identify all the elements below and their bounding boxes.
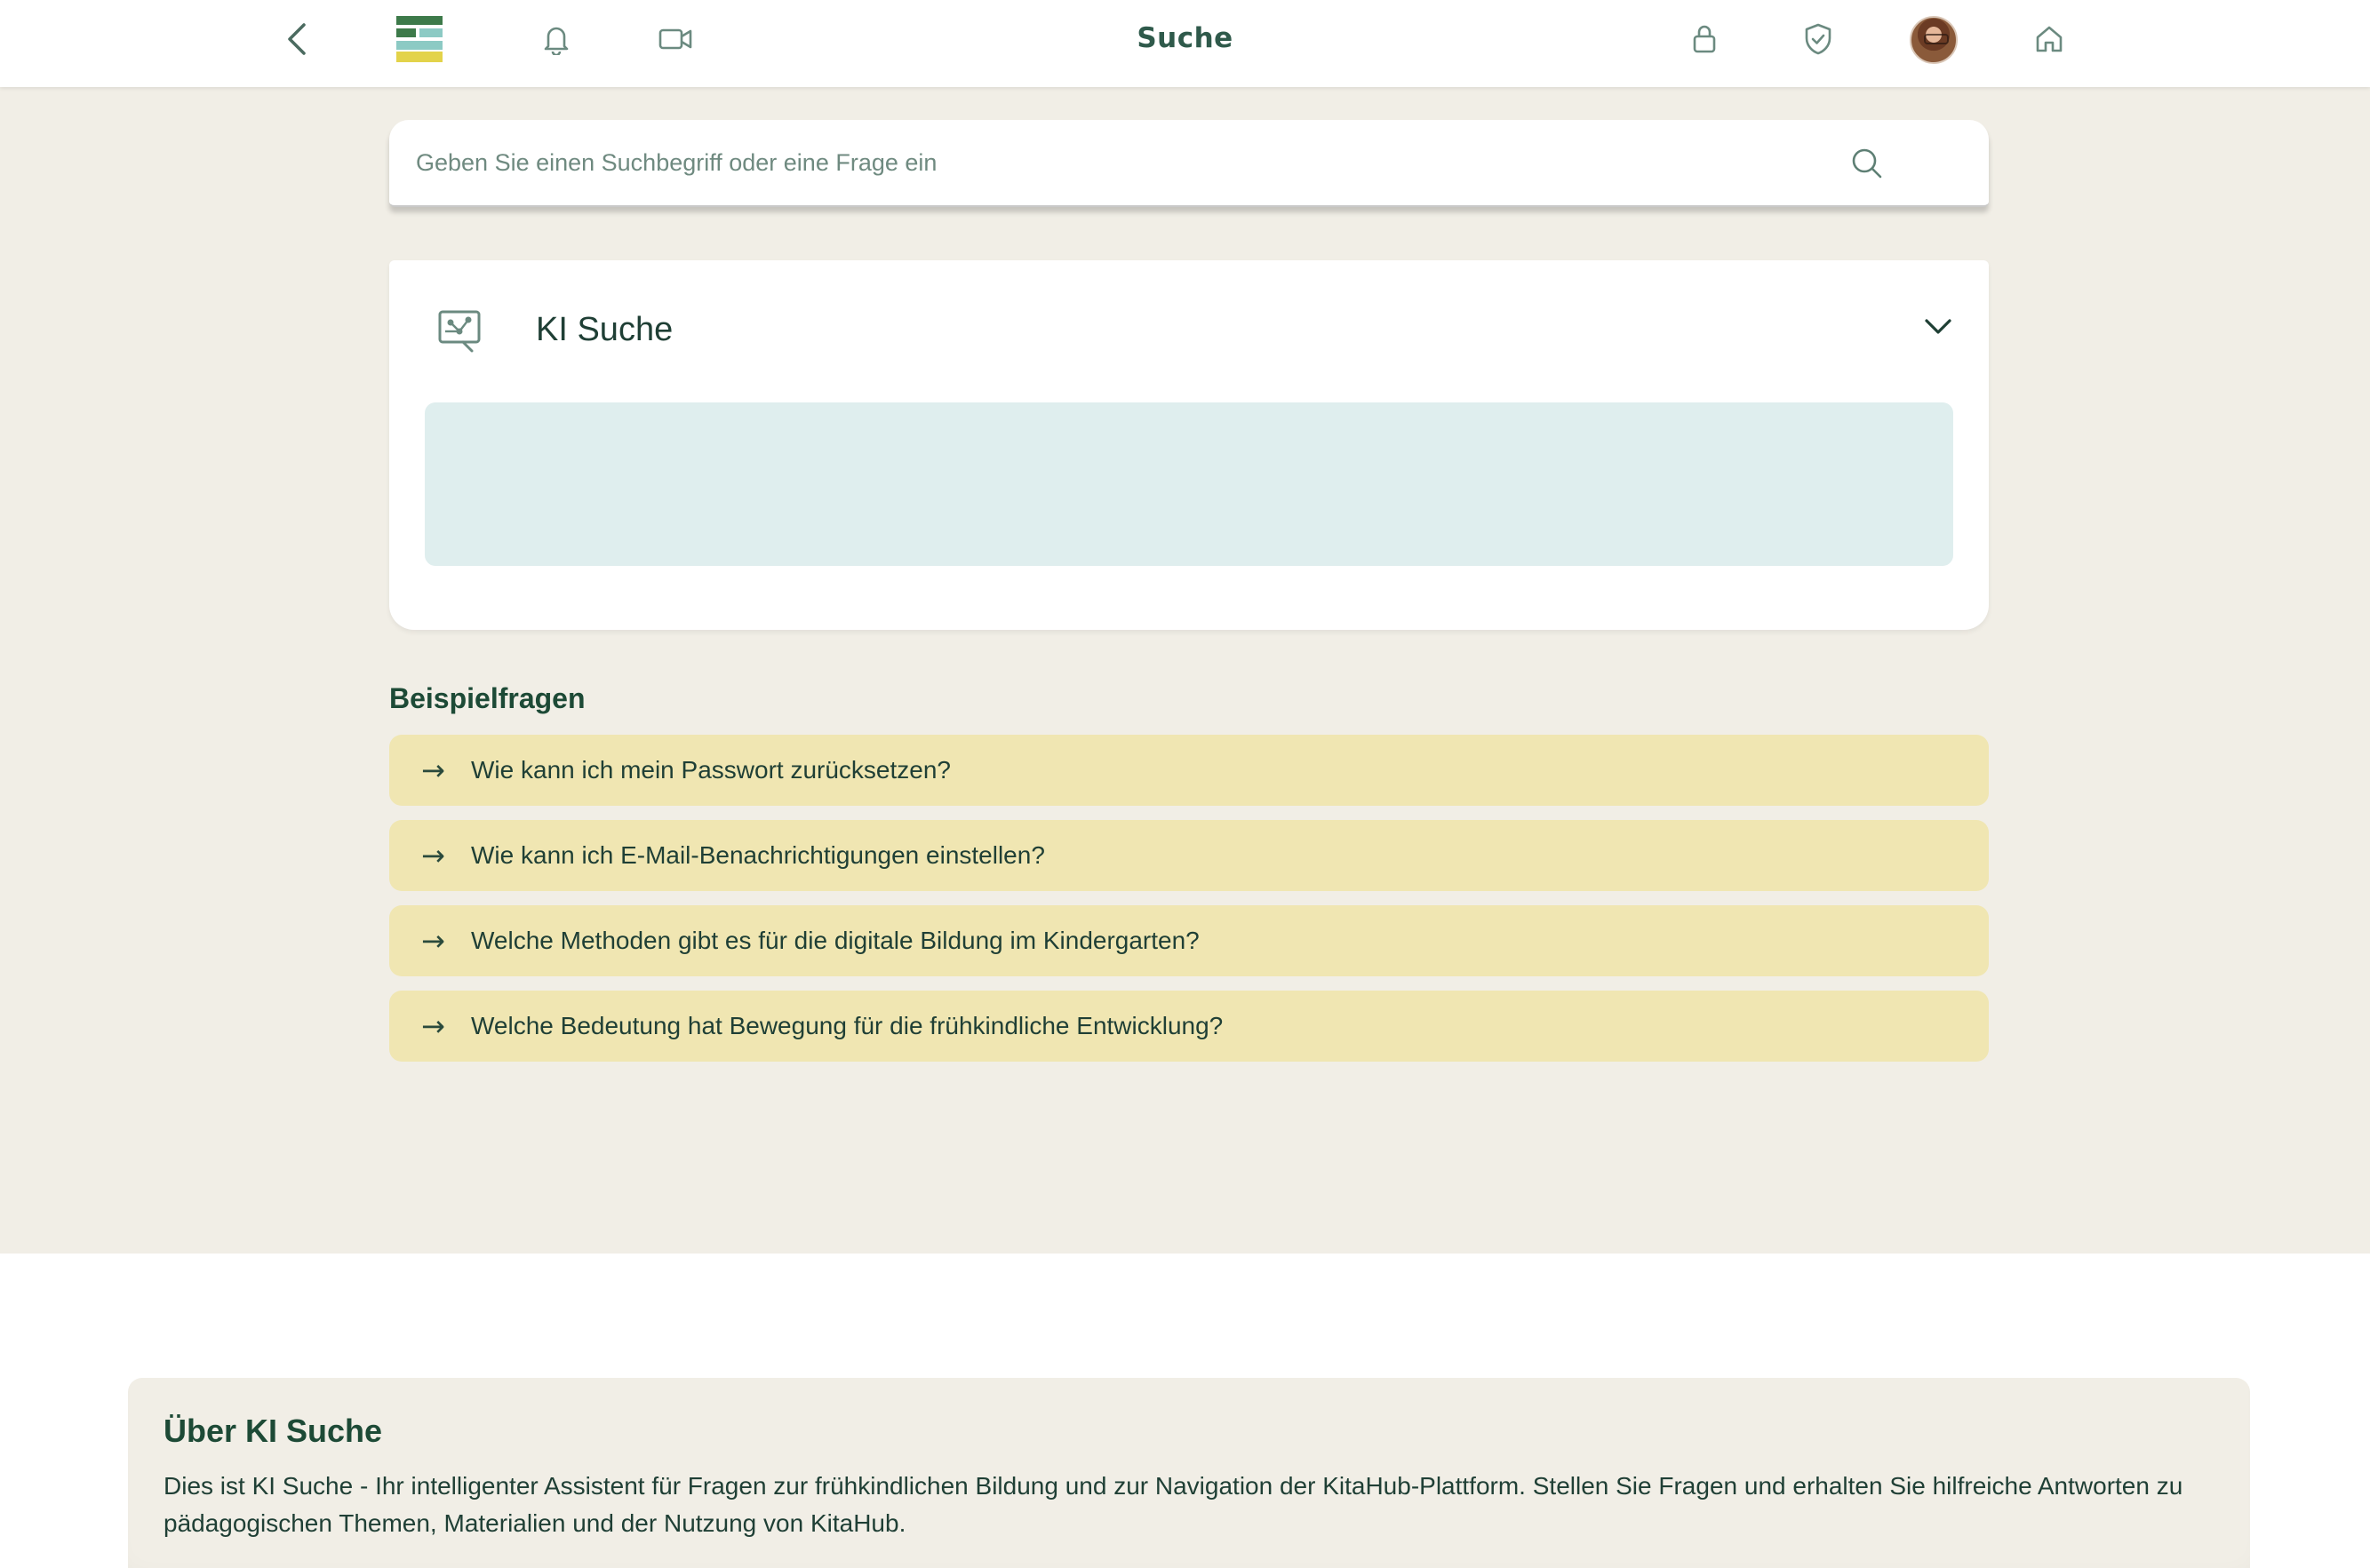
- arrow-right-icon: →: [421, 924, 445, 958]
- avatar[interactable]: [1909, 15, 1959, 65]
- example-question-text: Welche Methoden gibt es für die digitale…: [471, 927, 1200, 954]
- example-question-text: Wie kann ich E-Mail-Benachrichtigungen e…: [471, 841, 1045, 869]
- about-text: Dies ist KI Suche - Ihr intelligenter As…: [164, 1472, 2183, 1537]
- page-title: Suche: [1137, 22, 1233, 54]
- arrow-right-icon: →: [421, 839, 445, 872]
- chevron-down-icon[interactable]: [1924, 317, 1952, 341]
- example-question[interactable]: → Welche Bedeutung hat Bewegung für die …: [389, 991, 1989, 1062]
- search-icon[interactable]: [1850, 147, 1884, 185]
- bell-icon[interactable]: [539, 21, 574, 57]
- search-input[interactable]: [416, 120, 1855, 205]
- search-box: [389, 120, 1989, 207]
- shield-icon[interactable]: [1800, 20, 1836, 59]
- avatar-image: [1910, 16, 1958, 64]
- video-icon[interactable]: [656, 21, 695, 57]
- example-question-text: Wie kann ich mein Passwort zurücksetzen?: [471, 756, 951, 784]
- examples-heading: Beispielfragen: [389, 682, 586, 714]
- arrow-right-icon: →: [421, 753, 445, 787]
- ai-chip-icon: [436, 306, 484, 359]
- top-bar: Suche: [0, 0, 2370, 87]
- about-title: Über KI Suche: [164, 1413, 383, 1449]
- ki-card-title: KI Suche: [536, 311, 674, 348]
- back-icon[interactable]: [279, 20, 315, 59]
- home-icon[interactable]: [2031, 20, 2067, 59]
- logo-icon[interactable]: [396, 16, 443, 62]
- arrow-right-icon: →: [421, 1009, 445, 1043]
- example-question-text: Welche Bedeutung hat Bewegung für die fr…: [471, 1012, 1224, 1039]
- example-question[interactable]: → Wie kann ich mein Passwort zurücksetze…: [389, 735, 1989, 806]
- example-question[interactable]: → Welche Methoden gibt es für die digita…: [389, 905, 1989, 976]
- ki-answer-area: [425, 402, 1953, 566]
- lock-icon[interactable]: [1687, 20, 1722, 59]
- example-question[interactable]: → Wie kann ich E-Mail-Benachrichtigungen…: [389, 820, 1989, 891]
